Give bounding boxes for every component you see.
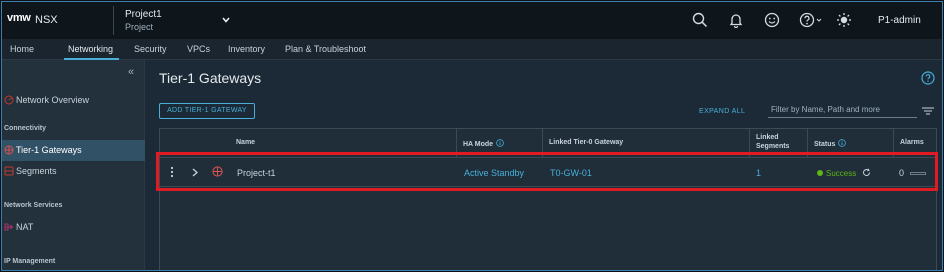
smiley-icon[interactable] bbox=[764, 12, 780, 28]
help-icon[interactable] bbox=[799, 12, 823, 28]
tab-vpcs[interactable]: VPCs bbox=[187, 44, 210, 54]
collapse-sidebar-icon[interactable]: « bbox=[128, 66, 134, 78]
sidebar-item-label: NAT bbox=[16, 222, 34, 232]
dashboard-icon bbox=[4, 95, 14, 105]
section-network-services: Network Services bbox=[4, 202, 63, 209]
product-name: NSX bbox=[35, 14, 58, 26]
section-connectivity: Connectivity bbox=[4, 125, 47, 132]
column-header-label: Segments bbox=[756, 143, 790, 150]
theme-sun-icon[interactable] bbox=[836, 12, 852, 28]
tab-home[interactable]: Home bbox=[10, 44, 34, 54]
sidebar-item-label: Tier-1 Gateways bbox=[16, 145, 82, 155]
bell-icon[interactable] bbox=[728, 12, 744, 28]
column-header-label: Linked Tier-0 Gateway bbox=[549, 139, 624, 146]
tab-inventory[interactable]: Inventory bbox=[228, 44, 265, 54]
info-icon[interactable] bbox=[496, 139, 504, 147]
tab-networking[interactable]: Networking bbox=[68, 44, 113, 54]
app-window: vmw NSX Project1 Project P1-admin Home N… bbox=[1, 1, 943, 271]
expand-all-link[interactable]: EXPAND ALL bbox=[699, 108, 745, 115]
top-header: vmw NSX Project1 Project P1-admin bbox=[2, 2, 942, 39]
column-header-label: Linked bbox=[756, 134, 779, 141]
filter-lines-icon[interactable] bbox=[922, 107, 934, 115]
user-menu[interactable]: P1-admin bbox=[878, 15, 921, 26]
sidebar-item-segments[interactable]: Segments bbox=[2, 161, 145, 182]
segments-icon bbox=[4, 166, 14, 176]
filter-input[interactable] bbox=[768, 102, 917, 118]
nat-icon bbox=[4, 223, 14, 231]
sidebar-item-label: Segments bbox=[16, 166, 57, 176]
primary-nav-tabs: Home Networking Security VPCs Inventory … bbox=[2, 39, 942, 60]
column-header-label: Status bbox=[814, 141, 836, 148]
sidebar-item-nat[interactable]: NAT bbox=[2, 217, 145, 238]
tier1-gateways-grid: Name HA Mode Linked Tier-0 Gateway Linke… bbox=[159, 128, 937, 270]
page-help-icon[interactable] bbox=[921, 71, 935, 85]
sidebar-item-tier1-gateways[interactable]: Tier-1 Gateways bbox=[2, 140, 145, 161]
column-header-label: Name bbox=[236, 139, 256, 146]
gateway-icon bbox=[4, 145, 14, 155]
search-icon[interactable] bbox=[692, 12, 708, 28]
row-highlight-box bbox=[156, 152, 938, 191]
project-selector-name[interactable]: Project1 bbox=[125, 9, 162, 20]
vmware-logo: vmw bbox=[7, 12, 31, 24]
header-divider bbox=[113, 6, 114, 35]
project-selector-type: Project bbox=[125, 22, 154, 32]
info-icon[interactable] bbox=[838, 139, 847, 147]
sidebar-item-network-overview[interactable]: Network Overview bbox=[2, 90, 145, 111]
column-header-label: HA Mode bbox=[463, 141, 494, 148]
add-tier1-gateway-button[interactable]: ADD TIER-1 GATEWAY bbox=[159, 103, 255, 119]
section-ip-management: IP Management bbox=[4, 258, 56, 265]
page-title: Tier-1 Gateways bbox=[159, 70, 262, 86]
chevron-down-icon[interactable] bbox=[221, 15, 231, 25]
tab-plan-troubleshoot[interactable]: Plan & Troubleshoot bbox=[285, 44, 366, 54]
sidebar: « Network Overview Connectivity Tier-1 G… bbox=[2, 60, 145, 270]
column-header-label: Alarms bbox=[900, 139, 924, 146]
sidebar-item-label: Network Overview bbox=[16, 95, 90, 105]
tab-security[interactable]: Security bbox=[134, 44, 167, 54]
